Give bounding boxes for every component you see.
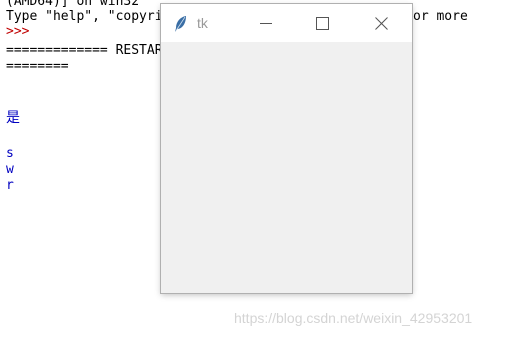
window-title: tk (197, 15, 208, 31)
shell-output-line: r (6, 178, 14, 193)
feather-icon (174, 15, 188, 33)
window-titlebar[interactable]: tk (161, 4, 412, 42)
watermark: https://blog.csdn.net/weixin_42953201 (234, 310, 473, 326)
shell-output-line: s (6, 146, 14, 161)
close-icon (374, 16, 388, 30)
window-client-area[interactable] (161, 42, 412, 293)
shell-line-separator: ======== (6, 59, 69, 74)
minimize-button[interactable] (243, 4, 289, 42)
maximize-icon (315, 16, 329, 30)
maximize-button[interactable] (299, 4, 345, 42)
close-button[interactable] (358, 4, 404, 42)
tk-window[interactable]: tk (161, 4, 412, 293)
shell-output-line: 是 (6, 110, 20, 126)
shell-output-line: w (6, 162, 14, 177)
shell-prompt: >>> (6, 24, 30, 39)
minimize-icon (260, 17, 272, 29)
